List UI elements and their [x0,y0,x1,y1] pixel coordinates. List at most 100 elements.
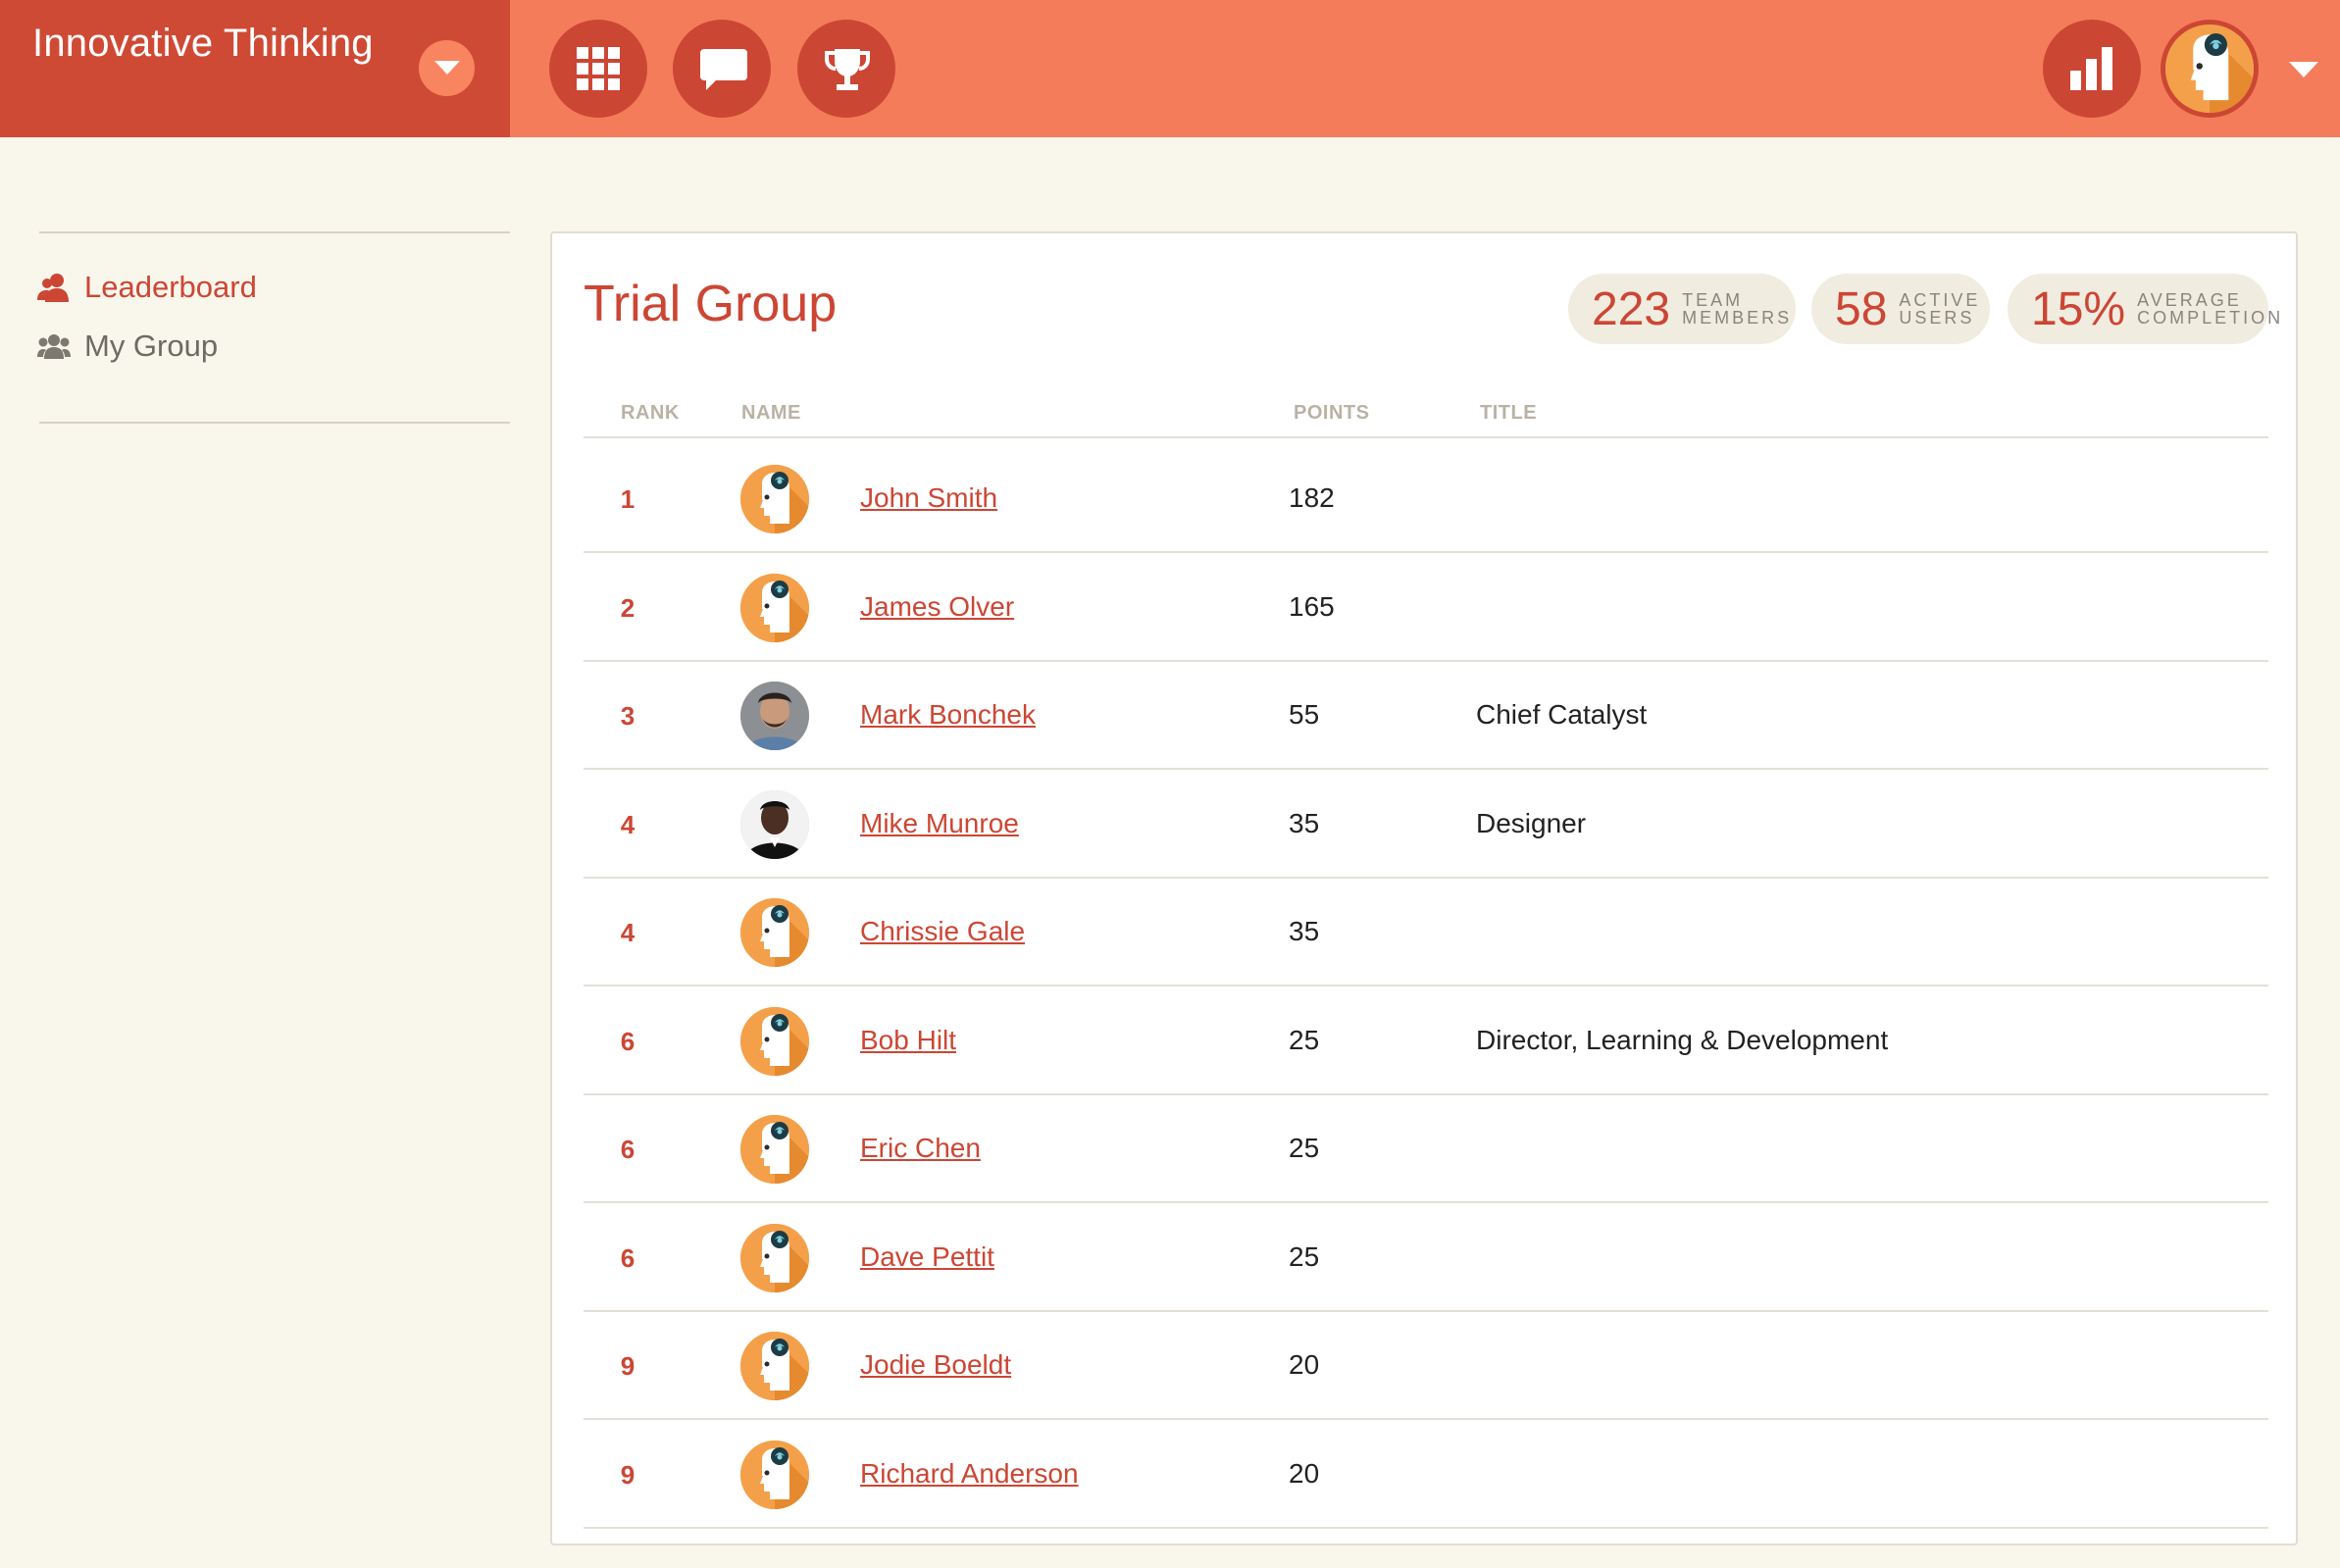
points-cell: 20 [1289,1457,1320,1489]
member-name-link[interactable]: Mike Munroe [860,808,1019,839]
stat-label-top: TEAM [1682,290,1744,310]
head-avatar-icon [740,1006,809,1076]
avatar [740,1223,809,1292]
stat-label-bottom: COMPLETION [2137,308,2284,328]
stat-value: 223 [1592,282,1671,335]
avatar [740,573,809,642]
rank-cell: 3 [620,701,636,731]
points-cell: 55 [1289,699,1320,730]
stat-value: 15% [2031,282,2126,335]
avatar [740,789,809,859]
member-name-link[interactable]: James Olver [860,591,1014,623]
member-name-link[interactable]: Bob Hilt [860,1025,956,1056]
title-cell: Chief Catalyst [1476,699,1648,730]
stat-label-top: ACTIVE [1899,290,1981,310]
stats-button[interactable] [2043,20,2141,118]
rank-cell: 6 [620,1242,636,1273]
table-row: 4 Mike Munroe 35 Designer [584,771,2268,879]
avatar [740,1440,809,1509]
sidebar-item-label: Leaderboard [84,270,257,304]
rank-cell: 9 [620,1351,636,1381]
sidebar-divider [39,231,510,233]
profile-photo [740,682,809,750]
table-row: 2 James Olver 165 [584,554,2268,662]
head-avatar-icon [740,465,809,533]
table-row: 4 Chrissie Gale 35 [584,879,2268,986]
sidebar-item-my-group[interactable]: My Group [37,327,218,366]
stat-label-bottom: MEMBERS [1682,308,1793,328]
points-cell: 20 [1289,1349,1320,1380]
title-cell: Director, Learning & Development [1476,1024,1889,1055]
table-row: 9 Jodie Boeldt 20 [584,1312,2268,1420]
member-name-link[interactable]: Jodie Boeldt [860,1349,1011,1381]
avatar [740,682,809,750]
column-header-points: POINTS [1294,402,1370,424]
points-cell: 182 [1289,482,1335,513]
avatar [740,1115,809,1184]
grid-icon [577,47,620,90]
stat-average-completion: 15% AVERAGE COMPLETION [2008,274,2280,344]
member-name-link[interactable]: John Smith [860,482,997,514]
avatar [740,465,809,533]
head-avatar-icon [740,1332,809,1400]
head-avatar-icon [740,898,809,967]
table-row: 6 Bob Hilt 25 Director, Learning & Devel… [584,987,2268,1095]
head-avatar-icon [740,1440,809,1509]
chat-icon [700,49,747,90]
rank-cell: 2 [620,592,636,623]
member-name-link[interactable]: Richard Anderson [860,1458,1079,1490]
member-name-link[interactable]: Mark Bonchek [860,699,1036,731]
points-cell: 165 [1289,590,1335,622]
rank-cell: 4 [620,809,636,839]
member-name-link[interactable]: Chrissie Gale [860,916,1025,947]
achievements-button[interactable] [797,20,895,118]
group-icon [37,334,71,359]
messages-button[interactable] [673,20,771,118]
stat-team-members: 223 TEAM MEMBERS [1568,274,1796,344]
stat-label-top: AVERAGE [2137,290,2242,310]
points-cell: 35 [1289,916,1320,946]
table-row: 9 Richard Anderson 20 [584,1421,2268,1529]
rank-cell: 6 [620,1135,636,1164]
stat-label: TEAM MEMBERS [1682,291,1792,327]
avatar [740,1332,809,1400]
points-cell: 25 [1289,1024,1320,1055]
user-avatar [2165,25,2254,113]
row-divider [584,1526,2268,1529]
member-name-link[interactable]: Dave Pettit [860,1241,994,1273]
page-title: Trial Group [584,276,838,332]
chevron-down-icon [434,61,460,75]
head-avatar-icon [740,1115,809,1184]
app-title: Innovative Thinking [32,22,374,65]
table-row: 3 Mark Bonchek 55 Chief Catalyst [584,662,2268,770]
table-row: 1 John Smith 182 [584,445,2268,553]
stat-label: AVERAGE COMPLETION [2137,291,2283,327]
rank-cell: 1 [620,484,636,514]
apps-button[interactable] [549,20,647,118]
brand-menu-toggle[interactable] [419,40,475,96]
head-avatar-icon [740,573,809,642]
profile-photo [740,789,809,859]
head-avatar-icon [740,1223,809,1292]
member-name-link[interactable]: Eric Chen [860,1133,981,1164]
rank-cell: 9 [620,1459,636,1490]
leaderboard-card: Trial Group 223 TEAM MEMBERS 58 ACTIVE U… [550,231,2298,1545]
points-cell: 25 [1289,1133,1320,1163]
head-avatar-icon [2165,25,2254,113]
table-row: 6 Dave Pettit 25 [584,1204,2268,1312]
stat-value: 58 [1835,282,1888,335]
user-avatar-button[interactable] [2161,20,2259,118]
sidebar-item-leaderboard[interactable]: Leaderboard [37,268,257,307]
column-header-title: TITLE [1480,402,1538,424]
column-header-name: NAME [741,402,801,424]
avatar [740,898,809,967]
rank-cell: 6 [620,1026,636,1056]
column-header-rank: RANK [621,402,680,424]
stat-active-users: 58 ACTIVE USERS [1811,274,1990,344]
points-cell: 35 [1289,807,1320,838]
user-menu-caret-icon[interactable] [2287,59,2320,80]
stat-label-bottom: USERS [1899,308,1975,328]
trophy-icon [825,49,870,90]
users-icon [37,274,69,302]
bar-chart-icon [2070,47,2112,90]
